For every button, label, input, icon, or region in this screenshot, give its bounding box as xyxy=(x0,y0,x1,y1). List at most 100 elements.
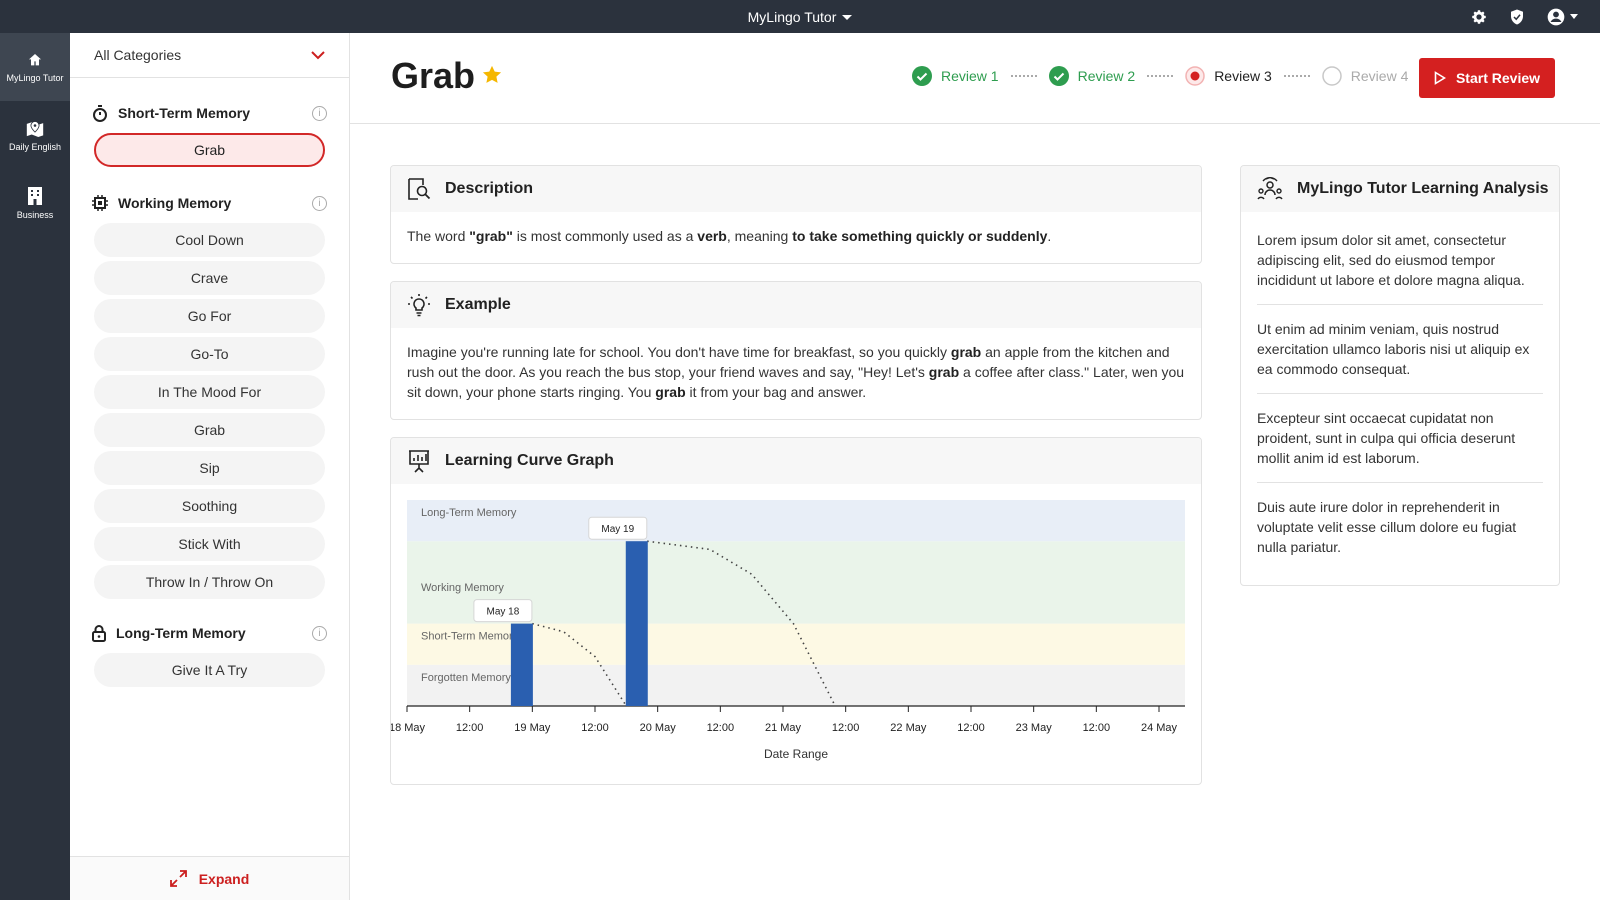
word-chip[interactable]: Soothing xyxy=(94,489,325,523)
check-shield-icon[interactable] xyxy=(1508,8,1526,26)
step-label: Review 1 xyxy=(941,68,999,84)
check-circle-icon xyxy=(912,66,932,86)
card-title: MyLingo Tutor Learning Analysis xyxy=(1297,180,1549,197)
star-icon[interactable] xyxy=(482,65,502,84)
example-card: Example Imagine you're running late for … xyxy=(390,281,1202,420)
step-review-3[interactable]: Review 3 xyxy=(1185,66,1272,86)
top-bar: MyLingo Tutor xyxy=(0,0,1600,33)
home-icon xyxy=(29,53,41,65)
app-title: MyLingo Tutor xyxy=(747,8,837,25)
document-search-icon xyxy=(408,178,431,200)
section-title: Short-Term Memory xyxy=(118,105,250,121)
step-label: Review 2 xyxy=(1077,68,1136,84)
rail-item-daily-english[interactable]: Daily English xyxy=(0,101,70,169)
word-chip[interactable]: Throw In / Throw On xyxy=(94,565,325,599)
section-title: Long-Term Memory xyxy=(116,625,246,641)
start-review-button[interactable]: Start Review xyxy=(1419,58,1555,98)
step-connector xyxy=(1010,75,1037,77)
account-icon[interactable] xyxy=(1546,7,1578,27)
step-connector xyxy=(1283,75,1310,77)
map-icon xyxy=(26,120,44,137)
band-label: Working Memory xyxy=(421,582,504,594)
analysis-paragraph: Duis aute irure dolor in reprehenderit i… xyxy=(1257,499,1517,555)
learning-curve-card: Learning Curve Graph Forgotten Memory Sho… xyxy=(390,437,1202,785)
analysis-paragraph: Ut enim ad minim veniam, quis nostrud ex… xyxy=(1257,305,1543,394)
card-title: Description xyxy=(445,180,534,197)
memory-band xyxy=(407,500,1185,542)
bar-data-label: May 19 xyxy=(601,524,634,535)
presentation-chart-icon xyxy=(409,450,429,473)
chevron-down-icon xyxy=(842,15,853,20)
check-circle-icon xyxy=(1048,66,1069,86)
start-review-label: Start Review xyxy=(1455,70,1541,86)
x-tick-label: 20 May xyxy=(640,722,677,734)
learning-curve-chart: Forgotten Memory Short-Term Memory Working… xyxy=(391,484,1201,784)
analysis-paragraph: Lorem ipsum dolor sit amet, consectetur … xyxy=(1257,216,1543,305)
section-title: Working Memory xyxy=(118,195,232,211)
left-rail: MyLingo Tutor Daily English Business xyxy=(0,33,70,900)
word-chip[interactable]: In The Mood For xyxy=(94,375,325,409)
gear-icon[interactable] xyxy=(1470,8,1488,26)
band-label: Forgotten Memory xyxy=(421,672,511,684)
learning-curve-card-header: Learning Curve Graph xyxy=(391,438,1201,484)
app-switcher[interactable]: MyLingo Tutor xyxy=(0,0,1600,33)
play-icon xyxy=(1434,71,1446,85)
step-review-4[interactable]: Review 4 xyxy=(1322,66,1409,86)
info-icon[interactable]: i xyxy=(312,625,327,641)
section-working-memory: Working Memory i xyxy=(70,183,349,223)
category-select[interactable]: All Categories xyxy=(70,33,349,78)
card-title: Example xyxy=(445,296,511,313)
step-connector xyxy=(1147,75,1174,77)
word-header: Grab Review 1 Review 2 Review 3 Review 4… xyxy=(350,33,1600,124)
word-chip[interactable]: Grab xyxy=(94,413,325,447)
word-chip[interactable]: Crave xyxy=(94,261,325,295)
rail-item-label: Daily English xyxy=(8,141,62,152)
step-review-1[interactable]: Review 1 xyxy=(912,66,999,86)
x-tick-label: 21 May xyxy=(765,722,802,734)
info-icon[interactable]: i xyxy=(312,195,327,211)
word-chip[interactable]: Go-To xyxy=(94,337,325,371)
bar xyxy=(510,623,533,706)
rail-item-label: MyLingo Tutor xyxy=(6,72,64,83)
rail-item-mylingo-tutor[interactable]: MyLingo Tutor xyxy=(0,33,70,101)
x-tick-label: 24 May xyxy=(1141,722,1178,734)
info-icon[interactable]: i xyxy=(312,105,327,121)
card-title: Learning Curve Graph xyxy=(445,452,614,469)
word-chip[interactable]: Sip xyxy=(94,451,325,485)
chevron-down-icon xyxy=(311,50,325,59)
rail-item-business[interactable]: Business xyxy=(0,169,70,237)
page-title: Grab xyxy=(391,55,476,96)
review-stepper: Review 1 Review 2 Review 3 Review 4 xyxy=(912,66,1408,86)
word-chip[interactable]: Give It A Try xyxy=(94,653,325,687)
word-chip-grab-selected[interactable]: Grab xyxy=(94,133,325,167)
current-step-icon xyxy=(1185,66,1205,86)
analysis-card: MyLingo Tutor Learning Analysis Lorem ip… xyxy=(1240,165,1560,586)
x-tick-label: 18 May xyxy=(391,722,426,734)
x-tick-label: 12:00 xyxy=(832,722,860,734)
expand-arrows-icon xyxy=(169,870,187,887)
x-tick-label: 12:00 xyxy=(456,722,484,734)
description-card: Description The word "grab" is most comm… xyxy=(390,165,1202,264)
empty-circle-icon xyxy=(1322,66,1342,86)
section-long-term-memory: Long-Term Memory i xyxy=(70,613,349,653)
word-chip[interactable]: Cool Down xyxy=(94,223,325,257)
band-label: Long-Term Memory xyxy=(421,507,517,519)
band-label: Short-Term Memory xyxy=(421,631,519,643)
analysis-network-icon xyxy=(1257,177,1283,200)
expand-button[interactable]: Expand xyxy=(70,856,349,900)
x-tick-label: 12:00 xyxy=(707,722,735,734)
building-icon xyxy=(28,186,42,205)
analysis-card-header: MyLingo Tutor Learning Analysis xyxy=(1241,166,1559,212)
step-label: Review 4 xyxy=(1350,68,1409,84)
description-text: The word "grab" is most commonly used as… xyxy=(407,228,1052,244)
description-card-header: Description xyxy=(391,166,1201,212)
word-chip[interactable]: Stick With xyxy=(94,527,325,561)
expand-label: Expand xyxy=(198,870,250,887)
word-sidebar: All Categories Short-Term Memory i Grab … xyxy=(70,33,350,900)
stopwatch-icon xyxy=(93,104,107,122)
word-chip[interactable]: Go For xyxy=(94,299,325,333)
x-tick-label: 23 May xyxy=(1016,722,1053,734)
category-select-value: All Categories xyxy=(94,47,182,63)
x-tick-label: 12:00 xyxy=(581,722,609,734)
step-review-2[interactable]: Review 2 xyxy=(1048,66,1136,86)
